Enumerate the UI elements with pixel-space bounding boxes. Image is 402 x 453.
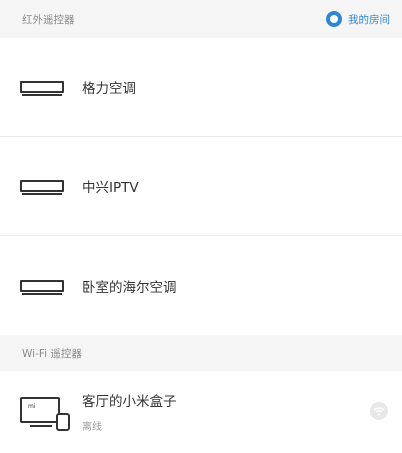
tv-remote-icon (20, 180, 70, 195)
tv-remote-icon (20, 81, 70, 96)
wifi-remote-section-title: Wi-Fi 遥控器 (22, 347, 82, 360)
device-label: 格力空调 (82, 81, 136, 97)
mi-logo-text: mi (28, 403, 36, 410)
ir-remote-section-title: 红外遥控器 (22, 13, 75, 26)
device-status: 离线 (82, 421, 102, 433)
wifi-remote-section-header: Wi-Fi 遥控器 (0, 335, 402, 371)
device-label: 卧室的海尔空调 (82, 279, 177, 296)
my-room-label: 我的房间 (348, 13, 390, 26)
device-row-gree-ac[interactable]: 格力空调 (0, 38, 402, 137)
device-row-mi-box[interactable]: mi 客厅的小米盒子 离线 (0, 371, 402, 451)
my-room-link[interactable]: 我的房间 (326, 11, 390, 27)
device-row-haier-ac[interactable]: 卧室的海尔空调 (0, 236, 402, 335)
device-label: 中兴IPTV (82, 180, 139, 196)
wifi-icon (370, 402, 388, 420)
tv-remote-icon (20, 279, 70, 295)
ir-remote-section-header: 红外遥控器 我的房间 (0, 0, 402, 38)
mi-box-icon: mi (20, 391, 74, 431)
device-label: 客厅的小米盒子 (82, 393, 177, 410)
device-row-zte-iptv[interactable]: 中兴IPTV (0, 137, 402, 236)
room-circle-icon (326, 11, 342, 27)
